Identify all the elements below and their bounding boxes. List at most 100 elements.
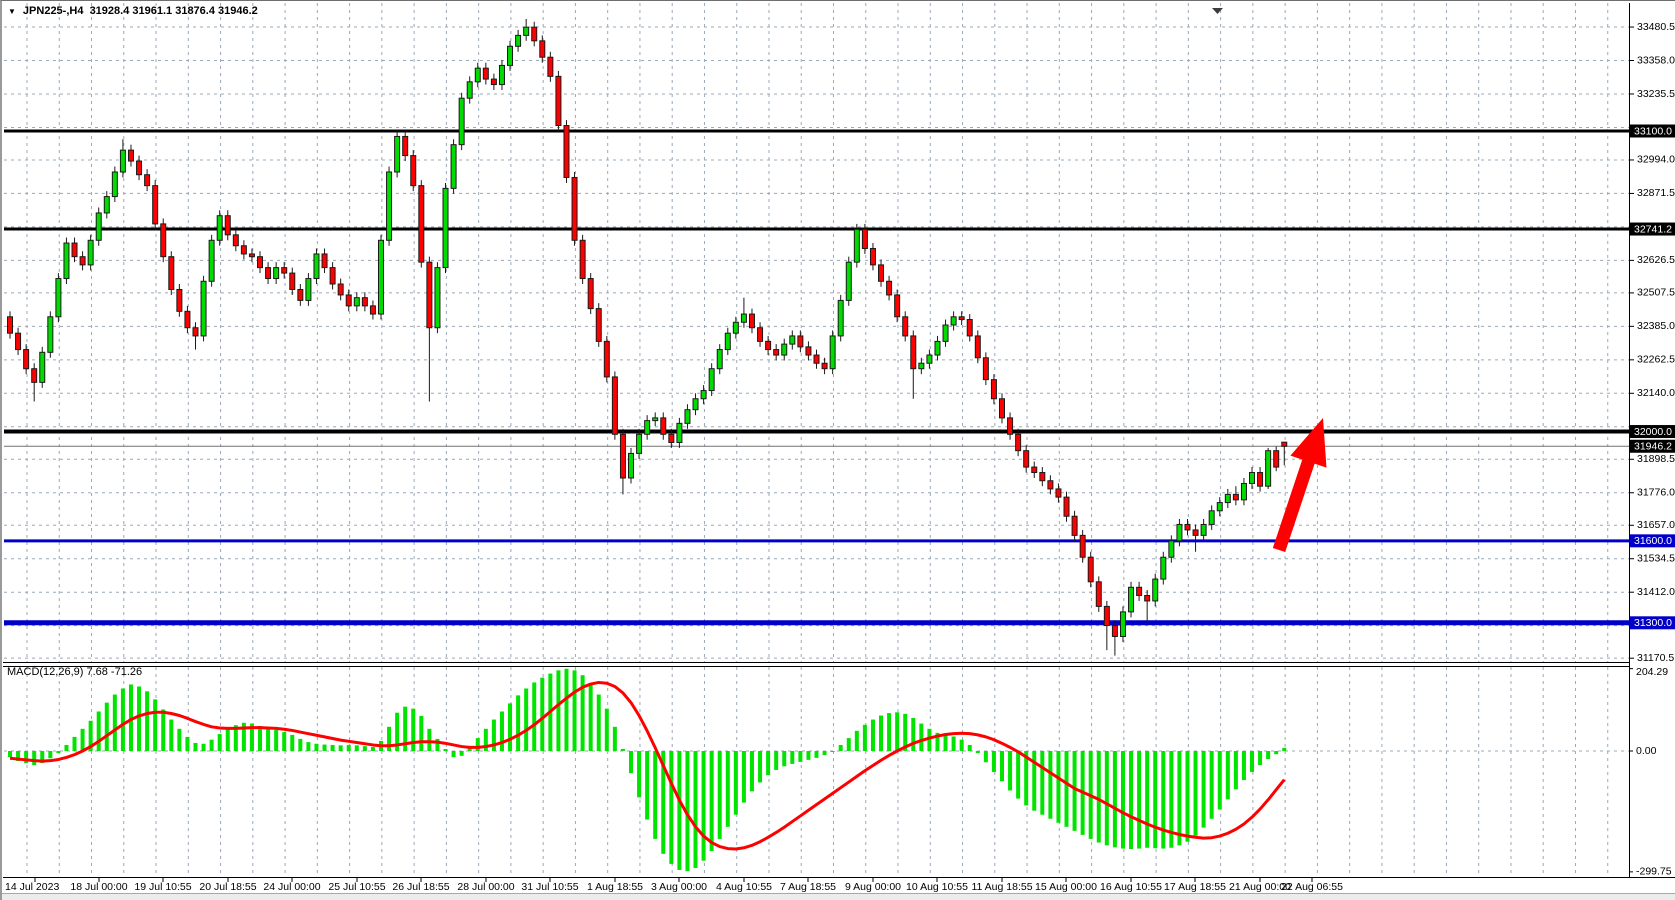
price-line-label-text: 33100.0 [1634,125,1672,137]
time-tick-label: 15 Aug 00:00 [1035,881,1097,893]
candle [1241,483,1246,499]
candle [1032,467,1037,472]
price-line-label-text: 31600.0 [1634,535,1672,547]
candle [516,35,521,46]
candle [1217,503,1222,511]
candle [499,65,504,84]
candle [653,418,658,421]
candle [1161,557,1166,579]
candle [1104,606,1109,625]
candle [483,68,488,79]
macd-bar [169,720,173,751]
candle [1274,451,1279,467]
time-tick-label: 1 Aug 18:55 [587,881,643,893]
macd-bar [524,689,528,752]
candle [80,257,85,265]
candle [169,257,174,290]
candle [298,289,303,300]
macd-bar [871,720,875,751]
candle [540,41,545,57]
macd-bar [944,735,948,751]
chart-canvas[interactable]: 33480.533358.033235.532994.032871.532626… [2,1,1675,900]
macd-bar [815,751,819,758]
price-line-label-text: 32000.0 [1634,426,1672,438]
candle [266,268,271,279]
candle [1266,451,1271,487]
macd-bar [274,730,278,751]
candle [991,380,996,399]
macd-bar [1105,751,1109,845]
candle [798,336,803,347]
macd-bar [1226,751,1230,799]
candle [378,240,383,314]
candle [1080,535,1085,557]
macd-bar [1040,751,1044,815]
time-axis[interactable]: 14 Jul 202318 Jul 00:0019 Jul 10:5520 Ju… [5,878,1343,893]
candle [1112,626,1117,637]
macd-bar [355,745,359,751]
candle [741,314,746,322]
price-tick-label: 32262.5 [1637,354,1675,366]
macd-bar [363,746,367,751]
price-line-label-text: 32741.2 [1634,223,1672,235]
candle [862,229,867,248]
price-tick-label: 32871.5 [1637,187,1675,199]
macd-bar [863,725,867,751]
macd-bar [210,740,214,751]
macd-bar [371,747,375,751]
candle [153,186,158,224]
macd-bar [734,751,738,815]
candle [629,453,634,478]
macd-bar [1008,751,1012,791]
macd-bar [290,735,294,751]
macd-bar [387,727,391,751]
macd-bar [1000,751,1004,781]
macd-bar [839,745,843,751]
candle [838,300,843,336]
macd-bar [1282,748,1286,751]
candle [1145,595,1150,600]
macd-bar [444,749,448,751]
candle [637,434,642,453]
macd-bar [790,751,794,764]
macd-bar [32,751,36,765]
symbol-dropdown-icon[interactable]: ▼ [8,6,16,17]
candle [572,177,577,240]
candle [120,150,125,172]
candle [846,262,851,300]
macd-bar [726,751,730,827]
macd-bar [1218,751,1222,809]
macd-bar [266,728,270,751]
macd-bar [193,743,197,751]
macd-bar [742,751,746,803]
macd-bar [653,751,657,839]
candle [999,399,1004,418]
macd-tick-label: -299.75 [1636,866,1672,878]
macd-bar [895,712,899,751]
macd-bar [8,751,12,757]
macd-bar [1177,751,1181,845]
macd-bar [621,749,625,751]
candle [362,298,367,306]
candle [258,257,263,268]
candle [322,254,327,268]
macd-bar [56,751,60,753]
candle [56,279,61,317]
macd-bar [97,711,101,751]
price-tick-label: 32140.0 [1637,387,1675,399]
macd-bar [677,751,681,870]
candle [774,350,779,355]
candle [895,295,900,317]
macd-bar [137,686,141,751]
time-tick-label: 20 Jul 18:55 [199,881,256,893]
candle [249,254,254,257]
macd-bar [1258,751,1262,765]
macd-bar [887,713,891,751]
macd-bar [73,737,77,751]
macd-bar [282,732,286,751]
price-tick-label: 32626.5 [1637,254,1675,266]
macd-bar [427,729,431,751]
candle [16,333,21,349]
time-tick-label: 11 Aug 18:55 [971,881,1032,893]
candle [701,391,706,399]
